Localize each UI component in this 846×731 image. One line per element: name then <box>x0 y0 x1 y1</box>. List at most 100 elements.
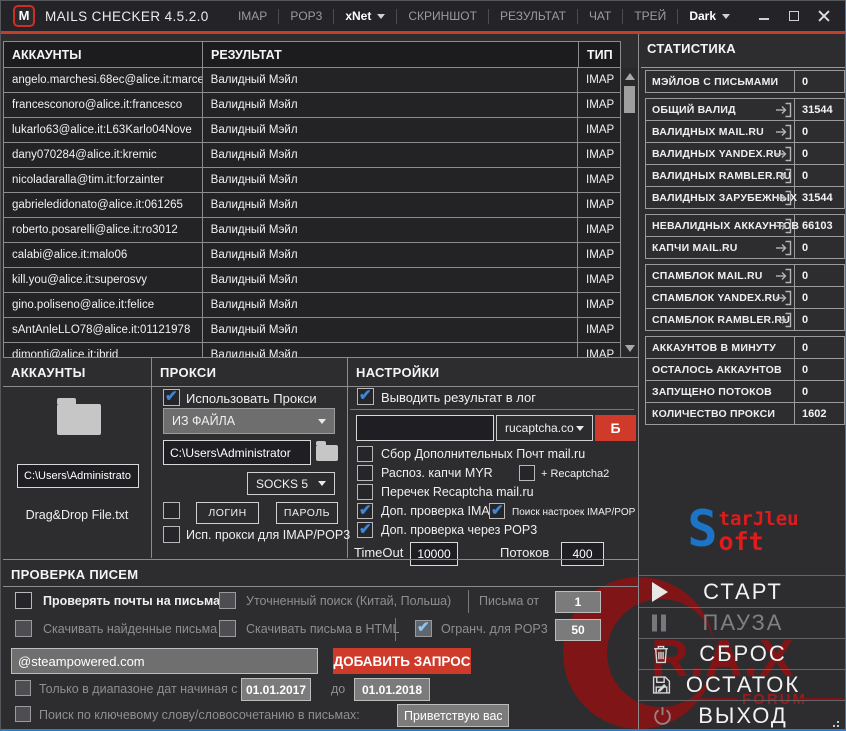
cell-result: Валидный Мэйл <box>203 243 578 267</box>
close-button[interactable] <box>809 4 839 28</box>
table-row[interactable]: sAntAnleLLO78@alice.it:01121978 Валидный… <box>4 318 620 343</box>
proxy-auth-checkbox[interactable] <box>163 502 180 519</box>
proxy-password-button[interactable]: ПАРОЛЬ <box>276 502 338 524</box>
menu-item[interactable]: Dark <box>677 9 741 24</box>
stat-value: 0 <box>795 165 844 186</box>
remainder-button[interactable]: ОСТАТОК <box>639 669 846 700</box>
cell-result: Валидный Мэйл <box>203 268 578 292</box>
export-icon[interactable] <box>775 240 792 261</box>
myr-captcha-label: Распоз. капчи MYR <box>381 466 493 480</box>
proxy-source-select[interactable]: ИЗ ФАЙЛА <box>163 408 335 434</box>
table-row[interactable]: kill.you@alice.it:superosvy Валидный Мэй… <box>4 268 620 293</box>
export-icon[interactable] <box>775 102 792 123</box>
resize-grip[interactable] <box>837 721 839 723</box>
menu-item[interactable]: ЧАТ <box>577 9 622 24</box>
menu-item[interactable]: IMAP <box>227 9 278 24</box>
cell-account: nicoladaralla@tim.it:forzainter <box>4 168 203 192</box>
brand-logo: S tarJleu oft <box>639 502 846 556</box>
scroll-up-icon[interactable] <box>625 73 635 80</box>
imap-settings-checkbox[interactable] <box>489 503 505 519</box>
refined-search-checkbox[interactable] <box>219 592 236 609</box>
keyword-search-label: Поиск по ключевому слову/словосочетанию … <box>39 708 360 722</box>
export-icon[interactable] <box>775 268 792 289</box>
table-row[interactable]: lukarlo63@alice.it:L63Karlo04Nove Валидн… <box>4 118 620 143</box>
table-row[interactable]: calabi@alice.it:malo06 Валидный Мэйл IMA… <box>4 243 620 268</box>
keyword-search-checkbox[interactable] <box>15 706 31 722</box>
download-found-checkbox[interactable] <box>15 620 32 637</box>
exit-button[interactable]: ВЫХОД <box>639 700 846 731</box>
export-icon[interactable] <box>775 290 792 311</box>
proxy-login-button[interactable]: ЛОГИН <box>196 502 259 524</box>
column-header-result[interactable]: РЕЗУЛЬТАТ <box>203 42 579 67</box>
proxy-type-select[interactable]: SOCKS 5 <box>247 472 335 495</box>
imap-check-checkbox[interactable] <box>357 503 373 519</box>
keyword-input[interactable] <box>397 704 509 727</box>
table-row[interactable]: roberto.posarelli@alice.it:ro3012 Валидн… <box>4 218 620 243</box>
cell-account: angelo.marchesi.68ec@alice.it:marce <box>4 68 203 92</box>
table-row[interactable]: gabrieledidonato@alice.it:061265 Валидны… <box>4 193 620 218</box>
perechek-checkbox[interactable] <box>357 484 373 500</box>
check-mail-checkbox[interactable] <box>15 592 32 609</box>
table-row[interactable]: francesconoro@alice.it:francesco Валидны… <box>4 93 620 118</box>
scroll-down-icon[interactable] <box>625 345 635 352</box>
table-row[interactable]: nicoladaralla@tim.it:forzainter Валидный… <box>4 168 620 193</box>
stat-label-cell: КАПЧИ MAIL.RU <box>646 237 795 258</box>
start-button[interactable]: СТАРТ <box>639 576 846 607</box>
export-icon[interactable] <box>775 146 792 167</box>
myr-captcha-checkbox[interactable] <box>357 465 373 481</box>
maximize-button[interactable] <box>779 4 809 28</box>
menu-item[interactable]: СКРИНШОТ <box>396 9 488 24</box>
add-query-button[interactable]: ДОБАВИТЬ ЗАПРОС <box>333 648 471 674</box>
stat-row: ВАЛИДНЫХ RAMBLER.RU 0 <box>645 164 845 187</box>
proxy-file-path-input[interactable] <box>163 440 311 465</box>
date-to-input[interactable] <box>354 678 430 701</box>
letters-from-input[interactable] <box>555 591 601 613</box>
export-icon[interactable] <box>775 124 792 145</box>
menu-item[interactable]: POP3 <box>278 9 333 24</box>
log-output-checkbox[interactable] <box>357 388 374 405</box>
menu-item[interactable]: xNet <box>333 9 396 24</box>
divider <box>348 386 638 387</box>
table-scrollbar[interactable] <box>622 68 637 357</box>
pop3-limit-input[interactable] <box>555 619 601 641</box>
stat-label: КАПЧИ MAIL.RU <box>652 242 738 254</box>
table-row[interactable]: dany070284@alice.it:kremic Валидный Мэйл… <box>4 143 620 168</box>
cell-result: Валидный Мэйл <box>203 293 578 317</box>
captcha-key-input[interactable] <box>356 415 494 441</box>
column-header-accounts[interactable]: АККАУНТЫ <box>4 42 203 67</box>
date-from-input[interactable] <box>241 678 311 701</box>
reset-button[interactable]: СБРОС <box>639 638 846 669</box>
export-icon[interactable] <box>775 312 792 333</box>
stat-value: 0 <box>795 359 844 380</box>
accounts-file-path-input[interactable] <box>17 464 139 488</box>
folder-browse-icon[interactable] <box>316 445 338 461</box>
pop3-check-checkbox[interactable] <box>357 522 373 538</box>
menu-item[interactable]: РЕЗУЛЬТАТ <box>488 9 577 24</box>
pause-button[interactable]: ПАУЗА <box>639 607 846 638</box>
captcha-service-select[interactable]: rucaptcha.co <box>496 415 593 441</box>
table-row[interactable]: gino.poliseno@alice.it:felice Валидный М… <box>4 293 620 318</box>
collect-extra-mail-checkbox[interactable] <box>357 446 373 462</box>
proxy-for-mail-checkbox[interactable] <box>163 526 180 543</box>
menu-item[interactable]: ТРЕЙ <box>622 9 677 24</box>
export-icon[interactable] <box>775 218 792 239</box>
chevron-down-icon <box>576 426 584 431</box>
recaptcha2-checkbox[interactable] <box>519 465 535 481</box>
table-row[interactable]: dimonti@alice.it:ibrid Валидный Мэйл IMA… <box>4 343 620 357</box>
use-proxy-checkbox[interactable] <box>163 389 180 406</box>
cell-type: IMAP <box>578 193 620 217</box>
minimize-button[interactable] <box>749 4 779 28</box>
pop3-limit-checkbox[interactable] <box>415 620 432 637</box>
search-query-input[interactable] <box>11 648 318 674</box>
captcha-balance-button[interactable]: Б <box>595 415 636 441</box>
export-icon[interactable] <box>775 168 792 189</box>
cell-account: gabrieledidonato@alice.it:061265 <box>4 193 203 217</box>
export-icon[interactable] <box>775 190 792 211</box>
column-header-type[interactable]: ТИП <box>579 42 620 67</box>
folder-dropzone-icon[interactable] <box>57 404 101 435</box>
close-icon <box>818 10 830 22</box>
scrollbar-thumb[interactable] <box>624 86 635 113</box>
table-row[interactable]: angelo.marchesi.68ec@alice.it:marce Вали… <box>4 68 620 93</box>
download-html-checkbox[interactable] <box>219 620 236 637</box>
date-range-checkbox[interactable] <box>15 680 31 696</box>
